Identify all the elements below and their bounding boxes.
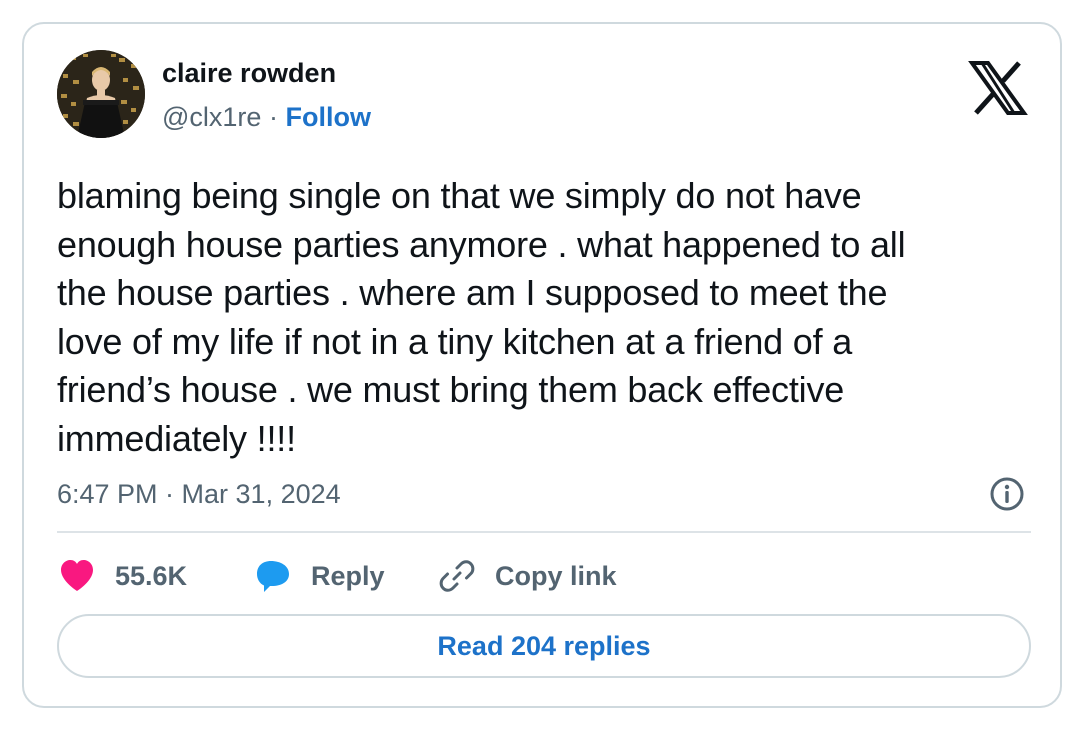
reply-label: Reply	[311, 560, 385, 591]
user-handle[interactable]: @clx1re	[162, 102, 261, 132]
tweet-timestamp[interactable]: 6:47 PM · Mar 31, 2024	[57, 479, 341, 510]
tweet-card: claire rowden @clx1re · Follow blaming b…	[22, 22, 1062, 708]
like-count: 55.6K	[115, 560, 188, 591]
tweet-text: blaming being single on that we simply d…	[57, 175, 906, 459]
divider	[57, 531, 1031, 533]
like-button[interactable]: 55.6K	[59, 556, 187, 596]
copy-link-label: Copy link	[495, 560, 617, 591]
link-icon	[439, 560, 475, 592]
reply-button[interactable]: Reply	[255, 556, 385, 596]
x-logo-icon[interactable]	[968, 60, 1028, 116]
follow-button[interactable]: Follow	[285, 102, 370, 132]
speech-bubble-icon	[257, 561, 289, 592]
display-name[interactable]: claire rowden	[162, 58, 336, 89]
copy-link-button[interactable]: Copy link	[439, 556, 617, 596]
separator-dot: ·	[268, 102, 278, 132]
avatar[interactable]	[57, 50, 145, 138]
info-icon[interactable]	[989, 476, 1025, 512]
handle-row: @clx1re · Follow	[162, 102, 371, 133]
heart-icon	[61, 560, 93, 591]
read-replies-button[interactable]: Read 204 replies	[57, 614, 1031, 678]
avatar-photo	[57, 50, 145, 138]
